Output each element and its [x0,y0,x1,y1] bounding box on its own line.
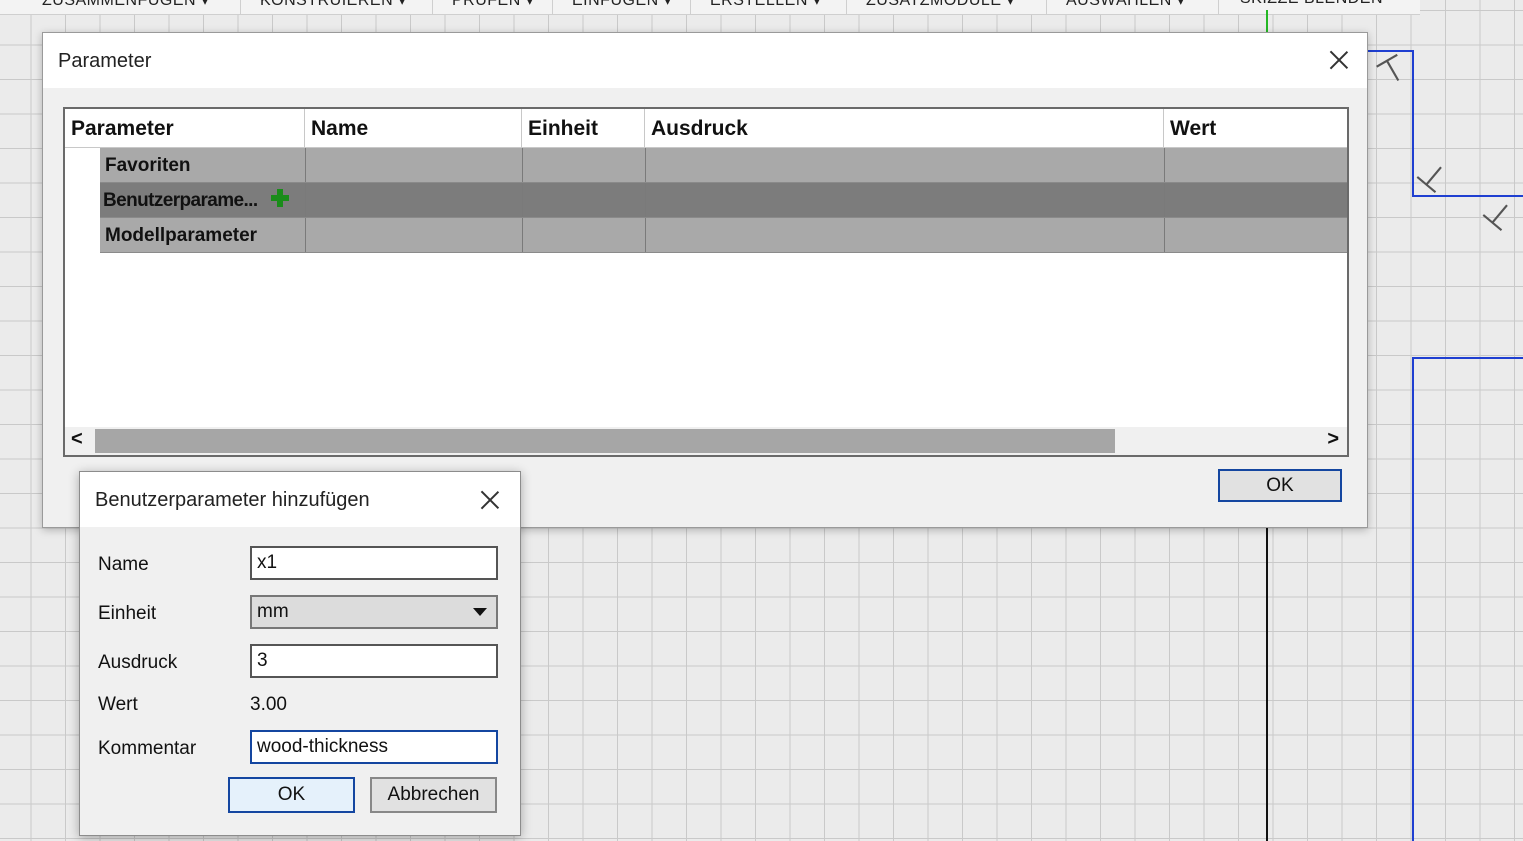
name-field[interactable]: x1 [250,546,498,580]
table-cell [306,218,523,252]
toolbar-item-construct[interactable]: KONSTRUIEREN ▾ [260,0,407,10]
sketch-line[interactable] [1412,50,1414,196]
close-icon[interactable] [1329,50,1349,70]
column-header-parameter[interactable]: Parameter [65,109,305,147]
unit-label: Einheit [98,603,157,624]
toolbar-separator [240,0,241,14]
ok-button[interactable]: OK [228,777,355,813]
group-label: Favoriten [105,155,191,176]
dialog-title: Parameter [58,50,152,72]
toolbar-item-addins[interactable]: ZUSATZMODULE ▾ [866,0,1015,10]
parameter-dialog: Parameter Parameter Name Einheit Ausdruc… [42,32,1368,528]
group-row-favorites[interactable]: Favoriten [100,148,1347,183]
table-header: Parameter Name Einheit Ausdruck Wert [65,109,1347,148]
dialog-title: Benutzerparameter hinzufügen [95,489,370,511]
ok-button[interactable]: OK [1218,469,1342,502]
table-cell [646,148,1165,182]
toolbar-item-stop-sketch[interactable]: SKIZZE BLENDEN [1240,0,1383,8]
top-toolbar: ZUSAMMENFÜGEN ▾ KONSTRUIEREN ▾ PRÜFEN ▾ … [0,0,1420,15]
unit-selected-value: mm [257,601,289,622]
name-label: Name [98,554,149,575]
toolbar-separator [432,0,433,14]
sketch-line[interactable] [1412,357,1523,359]
chevron-down-icon [473,608,487,616]
value-label: Wert [98,694,138,715]
table-cell [646,183,1165,217]
expression-field[interactable]: 3 [250,644,498,678]
horizontal-scrollbar[interactable]: < > [65,427,1347,455]
add-user-parameter-dialog: Benutzerparameter hinzufügen Name x1 Ein… [79,471,521,836]
scrollbar-thumb[interactable] [95,429,1115,453]
group-label: Benutzerparame... [103,190,258,211]
column-header-unit[interactable]: Einheit [522,109,645,147]
dialog-titlebar[interactable]: Parameter [43,33,1367,88]
table-cell [523,183,646,217]
column-header-value[interactable]: Wert [1164,109,1345,147]
toolbar-separator [552,0,553,14]
table-cell [306,183,523,217]
perpendicular-constraint-icon[interactable]: ⊥ [1409,153,1456,201]
sketch-axis-marker [1266,10,1268,32]
toolbar-item-inspect[interactable]: PRÜFEN ▾ [452,0,534,10]
toolbar-item-create[interactable]: ERSTELLEN ▾ [710,0,821,10]
expression-label: Ausdruck [98,652,178,673]
group-label: Modellparameter [105,225,258,246]
table-cell [306,148,523,182]
comment-label: Kommentar [98,738,197,759]
sketch-line[interactable] [1412,357,1414,841]
toolbar-separator [846,0,847,14]
toolbar-item-select[interactable]: AUSWÄHLEN ▾ [1066,0,1185,10]
dialog-titlebar[interactable]: Benutzerparameter hinzufügen [80,472,520,527]
table-cell [523,218,646,252]
table-cell [523,148,646,182]
table-cell [646,218,1165,252]
sketch-construction-line[interactable] [1266,526,1268,841]
perpendicular-constraint-icon[interactable]: ⊤ [1370,47,1415,95]
close-icon[interactable] [480,490,500,510]
comment-field[interactable]: wood-thickness [250,730,498,764]
toolbar-separator [1218,0,1219,14]
scroll-left-arrow-icon[interactable]: < [71,428,83,451]
toolbar-separator [690,0,691,14]
toolbar-item-insert[interactable]: EINFÜGEN ▾ [572,0,672,10]
toolbar-item-assemble[interactable]: ZUSAMMENFÜGEN ▾ [42,0,210,10]
group-row-user-parameters[interactable]: Benutzerparame... [100,183,1347,218]
perpendicular-constraint-icon[interactable]: ⊥ [1475,191,1522,239]
toolbar-separator [1046,0,1047,14]
scroll-right-arrow-icon[interactable]: > [1327,428,1339,451]
cancel-button[interactable]: Abbrechen [370,777,497,813]
value-readout: 3.00 [250,694,287,715]
column-header-expression[interactable]: Ausdruck [645,109,1164,147]
group-row-model-parameters[interactable]: Modellparameter [100,218,1347,253]
unit-select[interactable]: mm [250,595,498,629]
parameter-table: Parameter Name Einheit Ausdruck Wert Fav… [63,107,1349,457]
add-user-parameter-icon[interactable] [271,189,289,207]
column-header-name[interactable]: Name [305,109,522,147]
